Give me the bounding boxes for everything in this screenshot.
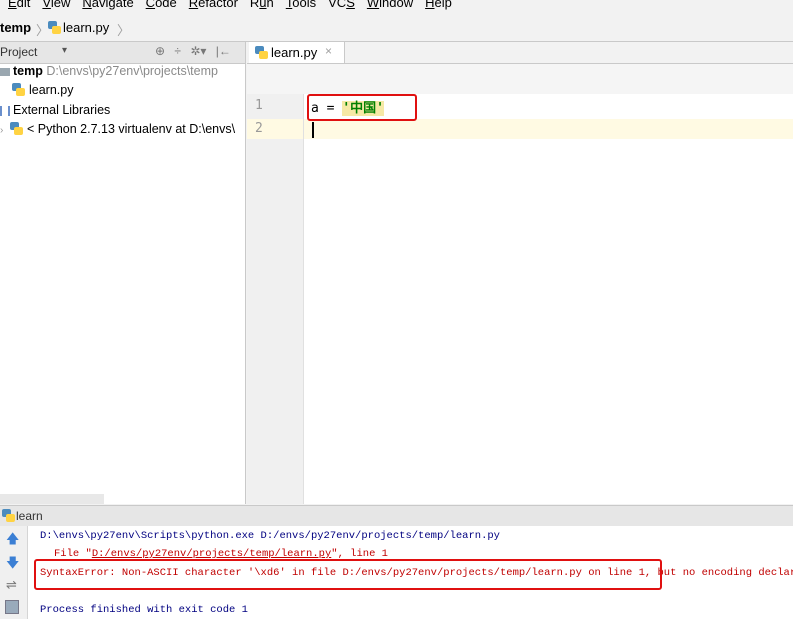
python-sdk-icon: [10, 122, 24, 135]
tree-item-external-libraries[interactable]: External Libraries: [0, 103, 110, 121]
project-root-path: D:\envs\py27env\projects\temp: [46, 64, 218, 78]
editor-breadcrumb-strip: [247, 64, 793, 94]
menu-item-mnemonic: C: [145, 0, 156, 10]
project-tree: temp D:\envs\py27env\projects\temp learn…: [0, 64, 246, 504]
python-file-icon: [12, 83, 26, 96]
menu-item-mnemonic: S: [346, 0, 355, 10]
console-command-line: D:\envs\py27env\Scripts\python.exe D:/en…: [40, 530, 500, 542]
menu-item-text: R: [249, 0, 260, 10]
menu-item-text: n: [266, 0, 274, 10]
tree-file-label: learn.py: [29, 83, 74, 97]
arrow-up-icon[interactable]: 🡅: [6, 530, 19, 552]
chevron-down-icon[interactable]: ▾: [62, 45, 67, 56]
python-file-icon: [48, 21, 61, 34]
caret-row-highlight: [304, 119, 793, 139]
menu-item-text: ode: [155, 0, 177, 10]
collapse-all-icon[interactable]: ÷: [174, 44, 181, 58]
menu-item-mnemonic: V: [42, 0, 51, 10]
ide-window: Edit View Navigate Code Refactor Run Tools VCS W…: [0, 0, 793, 619]
menu-item-text: efactor: [198, 0, 238, 10]
menu-item[interactable]: Navigate: [82, 0, 133, 12]
breadcrumb-separator: 〉: [117, 23, 131, 38]
tab-learn-py[interactable]: learn.py ×: [249, 42, 345, 63]
tree-item-project-root[interactable]: temp D:\envs\py27env\projects\temp: [0, 64, 218, 82]
project-panel-header: Project ▾ ⊕ ÷ ✲▾ |←: [0, 42, 246, 64]
text-cursor: [312, 122, 314, 138]
menu-item-text: avigate: [91, 0, 134, 10]
breadcrumb-project[interactable]: temp: [0, 20, 31, 35]
tree-external-label: External Libraries: [13, 103, 111, 117]
menu-item[interactable]: Window: [367, 0, 413, 12]
menu-item[interactable]: Tools: [286, 0, 316, 12]
breadcrumb-file[interactable]: learn.py: [63, 20, 109, 35]
settings-gear-icon[interactable]: ✲▾: [190, 44, 206, 58]
project-root-name: temp: [13, 64, 43, 78]
project-view-title[interactable]: Project: [0, 45, 37, 59]
run-panel-title[interactable]: learn: [16, 509, 43, 523]
hide-panel-icon[interactable]: |←: [216, 44, 231, 58]
navigation-bar: temp 〉 learn.py 〉: [0, 14, 793, 42]
highlight-box-error: [34, 559, 662, 590]
pin-tab-icon[interactable]: [5, 600, 19, 614]
tree-item-python-sdk[interactable]: › < Python 2.7.13 virtualenv at D:\envs\: [0, 122, 235, 140]
python-run-icon: [2, 509, 15, 522]
menu-item[interactable]: Edit: [8, 0, 30, 12]
menu-item[interactable]: Code: [146, 0, 177, 12]
python-file-icon: [255, 46, 268, 59]
menu-item-text: VC: [328, 0, 347, 10]
arrow-down-icon[interactable]: 🡇: [6, 554, 19, 576]
menu-item[interactable]: Run: [250, 0, 274, 12]
menu-item-mnemonic: N: [82, 0, 92, 10]
code-editor[interactable]: a = '中国': [304, 94, 793, 504]
menu-item[interactable]: View: [42, 0, 70, 12]
tree-sdk-label: < Python 2.7.13 virtualenv at D:\envs\: [27, 122, 236, 136]
panel-divider-strip: [0, 494, 104, 504]
chevron-right-icon[interactable]: ›: [0, 125, 10, 136]
menu-item-text: ools: [292, 0, 317, 10]
menu-item-text: dit: [16, 0, 31, 10]
highlight-box-code: [307, 94, 417, 121]
close-icon[interactable]: ×: [325, 44, 332, 58]
tab-label: learn.py: [271, 45, 318, 60]
line-number: 2: [255, 121, 263, 136]
console-exit-line: Process finished with exit code 1: [40, 604, 248, 616]
menu-item-mnemonic: E: [8, 0, 17, 10]
libraries-icon: [0, 105, 10, 116]
menu-item-mnemonic: R: [188, 0, 199, 10]
editor-tab-bar: learn.py ×: [247, 42, 793, 64]
folder-icon: [0, 67, 10, 76]
menu-item-text: iew: [50, 0, 71, 10]
tree-item-learn-py[interactable]: learn.py: [12, 83, 73, 101]
menu-items: Edit View Navigate Code Refactor Run Tools VCS W…: [8, 0, 464, 12]
menu-item-text: elp: [434, 0, 452, 10]
run-toolbar: 🡅 🡇 ⇌: [0, 526, 28, 619]
menu-item-mnemonic: W: [366, 0, 380, 10]
menu-item-text: indow: [379, 0, 414, 10]
run-panel-header: learn: [0, 505, 793, 527]
menu-item[interactable]: Help: [425, 0, 452, 12]
menu-item[interactable]: Refactor: [189, 0, 238, 12]
scroll-from-source-icon[interactable]: ⊕: [155, 44, 165, 58]
menu-item[interactable]: VCS: [328, 0, 355, 12]
menu-item-mnemonic: u: [259, 0, 267, 10]
menu-bar: Edit View Navigate Code Refactor Run Tools VCS W…: [0, 0, 793, 14]
menu-item-mnemonic: H: [425, 0, 435, 10]
project-panel-tools: ⊕ ÷ ✲▾ |←: [155, 44, 237, 58]
line-number: 1: [255, 98, 263, 113]
soft-wrap-icon[interactable]: ⇌: [6, 577, 17, 593]
line-number-gutter: 1 2: [247, 94, 304, 504]
